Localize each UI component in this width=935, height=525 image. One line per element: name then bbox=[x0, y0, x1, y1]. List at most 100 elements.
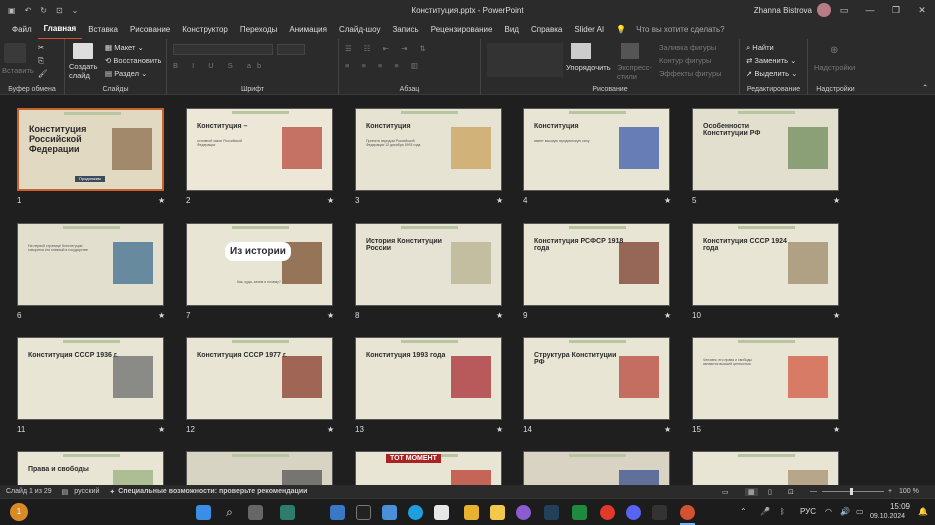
transition-star-icon[interactable]: ★ bbox=[158, 425, 165, 434]
arrange-button[interactable]: Упорядочить bbox=[566, 63, 611, 72]
section-button[interactable]: ▤ Раздел ⌄ bbox=[105, 69, 147, 78]
find-button[interactable]: ⌕ Найти bbox=[746, 43, 774, 53]
accessibility-status[interactable]: Специальные возможности: проверьте реком… bbox=[118, 488, 307, 495]
tab-draw[interactable]: Рисование bbox=[124, 20, 176, 39]
slide-thumbnail[interactable]: Конституция – основной закон Российской Ф… bbox=[186, 108, 333, 191]
tray-overflow-icon[interactable]: ⌃ bbox=[740, 507, 747, 516]
tab-view[interactable]: Вид bbox=[498, 20, 524, 39]
slide-thumbnail[interactable]: Из истории Как, куда, зачем и почему? bbox=[186, 223, 333, 306]
tab-home[interactable]: Главная bbox=[37, 19, 83, 40]
replace-button[interactable]: ⇄ Заменить ⌄ bbox=[746, 56, 796, 65]
tell-me-search[interactable]: Что вы хотите сделать? bbox=[636, 25, 724, 34]
epic-games-icon[interactable] bbox=[356, 505, 371, 520]
slide-thumbnail[interactable]: Конституция СССР 1977 г. bbox=[186, 337, 333, 420]
volume-icon[interactable]: 🔊 bbox=[840, 507, 850, 516]
copy-icon[interactable]: ⎘ bbox=[38, 56, 44, 66]
collapse-ribbon-icon[interactable]: ⌃ bbox=[922, 83, 928, 92]
new-slide-button[interactable]: Создать слайд bbox=[69, 62, 103, 80]
list-buttons[interactable]: ☰ ☷ ⇤ ⇥ ⇅ bbox=[345, 44, 431, 53]
addins-icon[interactable]: ⊕ bbox=[830, 45, 838, 56]
battery-icon[interactable]: ▭ bbox=[856, 507, 864, 516]
zoom-level[interactable]: 100 % bbox=[899, 488, 919, 495]
tab-animations[interactable]: Анимация bbox=[283, 20, 333, 39]
transition-star-icon[interactable]: ★ bbox=[496, 311, 503, 320]
transition-star-icon[interactable]: ★ bbox=[158, 196, 165, 205]
store-icon[interactable] bbox=[572, 505, 587, 520]
minimize-icon[interactable]: — bbox=[857, 0, 883, 20]
transition-star-icon[interactable]: ★ bbox=[664, 196, 671, 205]
cut-icon[interactable]: ✂ bbox=[38, 43, 44, 52]
slide-thumbnail[interactable]: Структура Конституции РФ bbox=[523, 337, 670, 420]
spellcheck-icon[interactable]: ▤ bbox=[62, 488, 69, 496]
layout-button[interactable]: ▦ Макет ⌄ bbox=[105, 43, 144, 52]
paste-icon[interactable] bbox=[4, 43, 26, 63]
reading-view-icon[interactable]: ▯ bbox=[768, 488, 772, 496]
tab-file[interactable]: Файл bbox=[6, 20, 38, 39]
format-painter-icon[interactable]: 🖌 bbox=[38, 69, 48, 78]
slide-thumbnail[interactable]: Конституция РСФСР 1918 года bbox=[523, 223, 670, 306]
discord-icon[interactable] bbox=[626, 505, 641, 520]
addins-button[interactable]: Надстройки bbox=[814, 63, 855, 72]
slide-thumbnail[interactable]: ТОТ МОМЕНТ bbox=[355, 451, 502, 485]
tab-slideshow[interactable]: Слайд-шоу bbox=[333, 20, 386, 39]
transition-star-icon[interactable]: ★ bbox=[833, 196, 840, 205]
steam-icon[interactable] bbox=[544, 505, 559, 520]
slide-thumbnail[interactable]: Конституция Российской Федерации Продолжи… bbox=[17, 108, 164, 191]
tab-insert[interactable]: Вставка bbox=[82, 20, 124, 39]
slide-thumbnail[interactable]: Конституция 1993 года bbox=[355, 337, 502, 420]
tab-slider-ai[interactable]: Slider AI bbox=[568, 20, 610, 39]
transition-star-icon[interactable]: ★ bbox=[833, 311, 840, 320]
yandex-browser-icon[interactable] bbox=[600, 505, 615, 520]
maximize-icon[interactable]: ❐ bbox=[883, 0, 909, 20]
slide-thumbnail[interactable] bbox=[692, 451, 839, 485]
align-buttons[interactable]: ≡ ≡ ≡ ≡ ▥ bbox=[345, 61, 423, 70]
tab-design[interactable]: Конструктор bbox=[176, 20, 234, 39]
vpn-icon[interactable] bbox=[330, 505, 345, 520]
windows-start-icon[interactable] bbox=[196, 505, 211, 520]
notification-badge[interactable]: 1 bbox=[10, 503, 28, 521]
mail-icon[interactable] bbox=[382, 505, 397, 520]
slide-thumbnail[interactable]: Человек, его права и свободы являются вы… bbox=[692, 337, 839, 420]
slide-thumbnail[interactable]: Права и свободы bbox=[17, 451, 164, 485]
slide-thumbnail[interactable]: История Конституции России bbox=[355, 223, 502, 306]
notifications-icon[interactable]: 🔔 bbox=[918, 507, 928, 516]
avatar[interactable] bbox=[817, 3, 831, 17]
powerpoint-icon[interactable] bbox=[680, 505, 695, 520]
slide-thumbnail[interactable] bbox=[523, 451, 670, 485]
paste-button[interactable]: Вставить bbox=[2, 66, 34, 75]
input-language[interactable]: РУС bbox=[800, 507, 816, 516]
shape-fill-button[interactable]: Заливка фигуры bbox=[659, 43, 716, 52]
save-icon[interactable]: ▣ bbox=[8, 6, 16, 15]
undo-icon[interactable]: ↶ bbox=[25, 6, 32, 15]
slideshow-view-icon[interactable]: ⊡ bbox=[788, 488, 794, 496]
transition-star-icon[interactable]: ★ bbox=[158, 311, 165, 320]
edge-icon[interactable] bbox=[408, 505, 423, 520]
shape-outline-button[interactable]: Контур фигуры bbox=[659, 56, 711, 65]
tab-review[interactable]: Рецензирование bbox=[425, 20, 499, 39]
quick-styles-icon[interactable] bbox=[621, 43, 639, 59]
slide-thumbnail[interactable] bbox=[186, 451, 333, 485]
transition-star-icon[interactable]: ★ bbox=[327, 425, 334, 434]
customize-qat-icon[interactable]: ⌄ bbox=[72, 6, 79, 15]
slide-thumbnail[interactable]: Конституция Принята народом Российской Фе… bbox=[355, 108, 502, 191]
transition-star-icon[interactable]: ★ bbox=[496, 196, 503, 205]
lingvo-icon[interactable] bbox=[434, 505, 449, 520]
microphone-icon[interactable]: 🎤 bbox=[760, 507, 770, 516]
start-from-beginning-icon[interactable]: ⊡ bbox=[56, 6, 63, 15]
zoom-slider[interactable] bbox=[822, 491, 884, 492]
font-size-select[interactable] bbox=[277, 44, 305, 55]
sticky-notes-icon[interactable] bbox=[490, 505, 505, 520]
transition-star-icon[interactable]: ★ bbox=[496, 425, 503, 434]
font-name-select[interactable] bbox=[173, 44, 273, 55]
slide-thumbnail[interactable]: Особенности Конституции РФ bbox=[692, 108, 839, 191]
chat-icon[interactable] bbox=[280, 505, 295, 520]
select-button[interactable]: ➚ Выделить ⌄ bbox=[746, 69, 797, 78]
close-icon[interactable]: ✕ bbox=[909, 0, 935, 20]
transition-star-icon[interactable]: ★ bbox=[664, 311, 671, 320]
tab-transitions[interactable]: Переходы bbox=[234, 20, 284, 39]
slide-thumbnail[interactable]: Конституция СССР 1936 г. bbox=[17, 337, 164, 420]
slide-thumbnail[interactable]: На первой странице Конституции говорится… bbox=[17, 223, 164, 306]
app-icon[interactable] bbox=[516, 505, 531, 520]
file-explorer-icon[interactable] bbox=[464, 505, 479, 520]
tab-help[interactable]: Справка bbox=[525, 20, 568, 39]
